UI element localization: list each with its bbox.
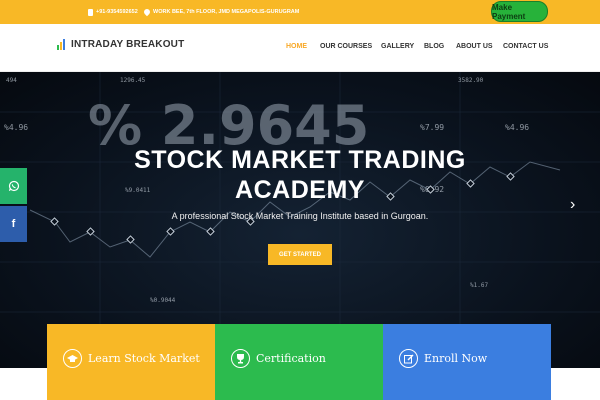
nav-home[interactable]: HOME [286, 43, 307, 50]
facebook-button[interactable]: f [0, 206, 27, 242]
brand-name: INTRADAY BREAKOUT [71, 39, 185, 50]
chart-logo-icon [57, 39, 65, 50]
facebook-icon: f [11, 218, 16, 230]
bg-label: 1296.45 [120, 77, 146, 84]
hero-subtitle: A professional Stock Market Training Ins… [171, 211, 429, 221]
address-text: WORK BEE, 7th FLOOR, JMD MEGAPOLIS-GURUG… [153, 9, 300, 15]
make-payment-button[interactable]: Make Payment [491, 1, 548, 22]
bg-label: %7.99 [420, 123, 444, 132]
get-started-button[interactable]: GET STARTED [268, 244, 332, 265]
nav-contact-us[interactable]: CONTACT US [503, 43, 548, 50]
phone-number: +91-9354592652 [96, 9, 138, 15]
phone-icon [88, 8, 93, 16]
hero-title-line1: STOCK MARKET TRADING [134, 146, 466, 174]
location-pin-icon [142, 7, 152, 17]
card-label: Enroll Now [424, 352, 488, 365]
address-contact: WORK BEE, 7th FLOOR, JMD MEGAPOLIS-GURUG… [142, 0, 300, 24]
card-label: Learn Stock Market [88, 352, 200, 365]
whatsapp-icon [8, 180, 19, 192]
bg-label: %4.96 [505, 123, 529, 132]
card-enroll-now[interactable]: Enroll Now [383, 324, 551, 400]
hero-title-line2: ACADEMY [235, 176, 365, 204]
slider-next-arrow-icon[interactable]: › [570, 196, 575, 214]
nav-our-courses[interactable]: OUR COURSES [320, 43, 372, 50]
phone-contact[interactable]: +91-9354592652 [88, 0, 138, 24]
site-header: INTRADAY BREAKOUT HOME OUR COURSES GALLE… [0, 24, 600, 72]
bg-label: %0.9044 [150, 297, 176, 304]
brand-logo[interactable]: INTRADAY BREAKOUT [57, 39, 184, 50]
whatsapp-button[interactable] [0, 168, 27, 204]
bg-label: 494 [6, 77, 17, 84]
nav-about-us[interactable]: ABOUT US [456, 43, 493, 50]
bg-label: 3582.90 [458, 77, 484, 84]
card-label: Certification [256, 352, 326, 365]
card-certification[interactable]: Certification [215, 324, 383, 400]
top-bar: +91-9354592652 WORK BEE, 7th FLOOR, JMD … [0, 0, 600, 24]
trophy-icon [231, 349, 250, 368]
nav-blog[interactable]: BLOG [424, 43, 444, 50]
graduation-cap-icon [63, 349, 82, 368]
feature-cards: Learn Stock Market Certification Enroll … [47, 324, 552, 400]
bg-label: %1.67 [470, 282, 488, 289]
nav-gallery[interactable]: GALLERY [381, 43, 414, 50]
bg-label: %4.96 [4, 123, 28, 132]
edit-icon [399, 349, 418, 368]
card-learn-stock-market[interactable]: Learn Stock Market [47, 324, 215, 400]
